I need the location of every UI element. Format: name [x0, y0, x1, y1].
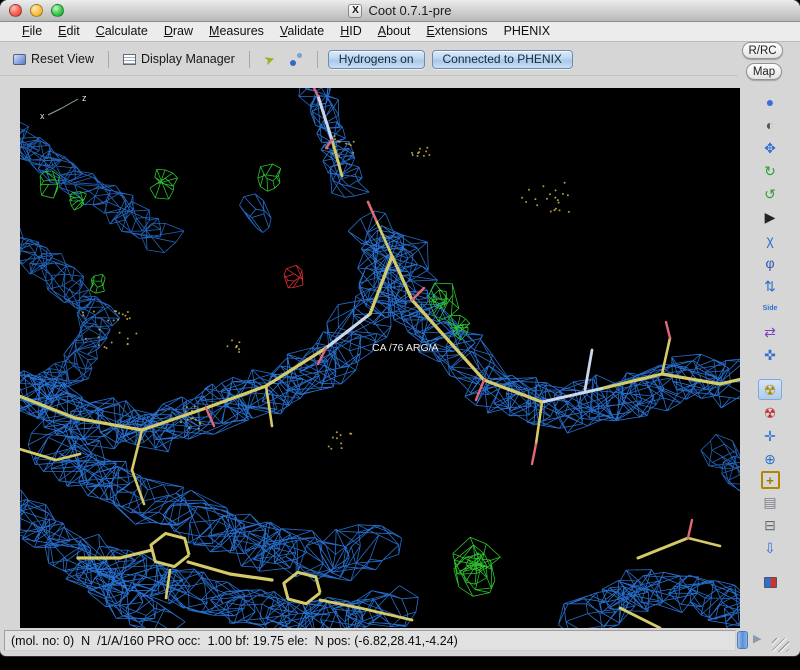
atom-pair-icon — [290, 52, 303, 66]
window-controls — [9, 4, 64, 17]
map-button[interactable]: Map — [746, 63, 782, 80]
refine-sphere-icon: ● — [765, 93, 775, 110]
statusbar: (mol. no: 0) N /1/A/160 PRO occ: 1.00 bf… — [4, 630, 736, 651]
down-arrow-icon: ⇩ — [764, 539, 776, 556]
scroll-thumb[interactable] — [737, 631, 748, 649]
db-main-button[interactable]: ▤ — [758, 491, 782, 512]
side-chain-flip-icon: Side — [762, 305, 778, 312]
toolbar-separator — [316, 50, 318, 68]
torsion-icon: φ — [765, 254, 775, 271]
grid-icon: ▤ — [763, 493, 777, 510]
regularize-icon: ◐ — [765, 116, 775, 133]
atom-label: CA /76 ARG/A — [372, 342, 439, 354]
menu-measures[interactable]: Measures — [201, 22, 272, 41]
minimize-button[interactable] — [30, 4, 43, 17]
reset-view-icon — [13, 53, 26, 65]
trash-icon: ⊟ — [764, 516, 776, 533]
regularize-button[interactable]: ◐ — [758, 114, 782, 135]
reset-view-button[interactable]: Reset View — [9, 50, 98, 68]
menu-extensions[interactable]: Extensions — [418, 22, 495, 41]
add-alt-conf-button[interactable]: + — [760, 471, 780, 489]
auto-fit-rotamer-icon: ↺ — [764, 185, 776, 202]
toolbar-separator — [108, 50, 109, 68]
rigid-body-fit-button[interactable]: ✥ — [758, 137, 782, 158]
real-space-refine-button[interactable]: ● — [758, 91, 782, 112]
coot-window: X Coot 0.7.1-pre File Edit Calculate Draw Me… — [0, 0, 800, 656]
toolbar-separator — [248, 50, 250, 68]
toolbar: Reset View Display Manager ➤ Hydrogens o… — [0, 43, 738, 76]
axes-gizmo: x z — [40, 93, 87, 121]
refine-residues-button[interactable]: ☢ — [758, 379, 782, 400]
rrc-button[interactable]: R/RC — [742, 42, 783, 59]
auto-fit-rotamer-button[interactable]: ↺ — [758, 183, 782, 204]
flip-peptide-button[interactable]: ⇅ — [758, 275, 782, 296]
x11-icon: X — [348, 3, 363, 18]
fixed-atoms-icon: ✛ — [764, 427, 776, 444]
fixed-atoms-button[interactable]: ✛ — [758, 425, 782, 446]
axis-x-label: x — [40, 111, 45, 121]
delete-item-button[interactable]: ⊟ — [758, 514, 782, 535]
reset-view-label: Reset View — [31, 52, 94, 66]
rigid-body-fit-icon: ✥ — [764, 139, 776, 156]
edit-chi-angles-button[interactable]: χ — [758, 229, 782, 250]
axis-z-label: z — [82, 93, 87, 103]
add-terminal-residue-button[interactable]: ✜ — [758, 344, 782, 365]
resize-grip[interactable] — [772, 638, 789, 652]
goto-atom-button[interactable]: ➤ — [260, 49, 280, 69]
chi-angles-icon: χ — [766, 231, 774, 248]
mutate-icon: ⇄ — [764, 323, 776, 340]
radiation-icon: ☢ — [763, 381, 777, 398]
rotate-translate-button[interactable]: ↻ — [758, 160, 782, 181]
close-button[interactable] — [9, 4, 22, 17]
duo-flag-icon — [763, 577, 777, 588]
status-text: (mol. no: 0) N /1/A/160 PRO occ: 1.00 bf… — [11, 633, 458, 648]
screenshot-button[interactable] — [758, 572, 782, 593]
undo-button[interactable]: ⇩ — [758, 537, 782, 558]
menu-file[interactable]: File — [14, 22, 50, 41]
display-manager-label: Display Manager — [141, 52, 235, 66]
model-sticks-layer — [20, 88, 740, 628]
menu-draw[interactable]: Draw — [156, 22, 201, 41]
menubar: File Edit Calculate Draw Measures Validate HID… — [0, 22, 800, 42]
titlebar[interactable]: X Coot 0.7.1-pre — [0, 0, 800, 22]
plus-icon: + — [766, 472, 774, 488]
menu-hid[interactable]: HID — [332, 22, 370, 41]
zoom-button[interactable] — [51, 4, 64, 17]
torsion-general-button[interactable]: φ — [758, 252, 782, 273]
run-refmac-button[interactable]: ☢ — [758, 402, 782, 423]
rotate-translate-icon: ↻ — [764, 162, 776, 179]
density-mesh-layer — [20, 88, 740, 628]
menu-about[interactable]: About — [370, 22, 419, 41]
menu-calculate[interactable]: Calculate — [88, 22, 156, 41]
right-rail: R/RC Map ● ◐ ✥ ↻ ↺ ▶ χ φ ⇅ Side ⇄ ✜ ☢ ☢ ✛ ⊕ + ▤ ⊟ ⇩ — [740, 40, 800, 632]
display-manager-icon — [123, 53, 136, 65]
molecular-canvas[interactable]: x z CA /76 ARG/A — [20, 88, 740, 628]
flip-peptide-icon: ⇅ — [764, 277, 776, 294]
hydrogens-toggle-button[interactable]: Hydrogens on — [327, 49, 425, 69]
menu-edit[interactable]: Edit — [50, 22, 88, 41]
rotamers-button[interactable]: ▶ — [758, 206, 782, 227]
menu-validate[interactable]: Validate — [272, 22, 332, 41]
find-waters-icon: ⊕ — [764, 450, 776, 467]
window-title: Coot 0.7.1-pre — [368, 3, 452, 18]
add-terminal-icon: ✜ — [764, 346, 776, 363]
menu-phenix[interactable]: PHENIX — [496, 22, 559, 41]
find-waters-button[interactable]: ⊕ — [758, 448, 782, 469]
phenix-connection-button[interactable]: Connected to PHENIX — [431, 49, 573, 69]
rotamers-icon: ▶ — [764, 208, 776, 225]
goto-atom-icon: ➤ — [262, 50, 278, 68]
expand-arrow-icon[interactable]: ▶ — [753, 631, 761, 647]
molecular-scene: x z CA /76 ARG/A — [20, 88, 740, 628]
window-title-group: X Coot 0.7.1-pre — [348, 3, 452, 18]
atom-pair-button[interactable] — [287, 49, 307, 69]
mutate-auto-fit-button[interactable]: ⇄ — [758, 321, 782, 342]
display-manager-button[interactable]: Display Manager — [119, 50, 239, 68]
radiation-red-icon: ☢ — [763, 404, 777, 421]
modelling-toolbar: ● ◐ ✥ ↻ ↺ ▶ χ φ ⇅ Side ⇄ ✜ ☢ ☢ ✛ ⊕ + ▤ ⊟ ⇩ — [749, 90, 791, 594]
side-chain-flip-button[interactable]: Side — [758, 298, 782, 319]
